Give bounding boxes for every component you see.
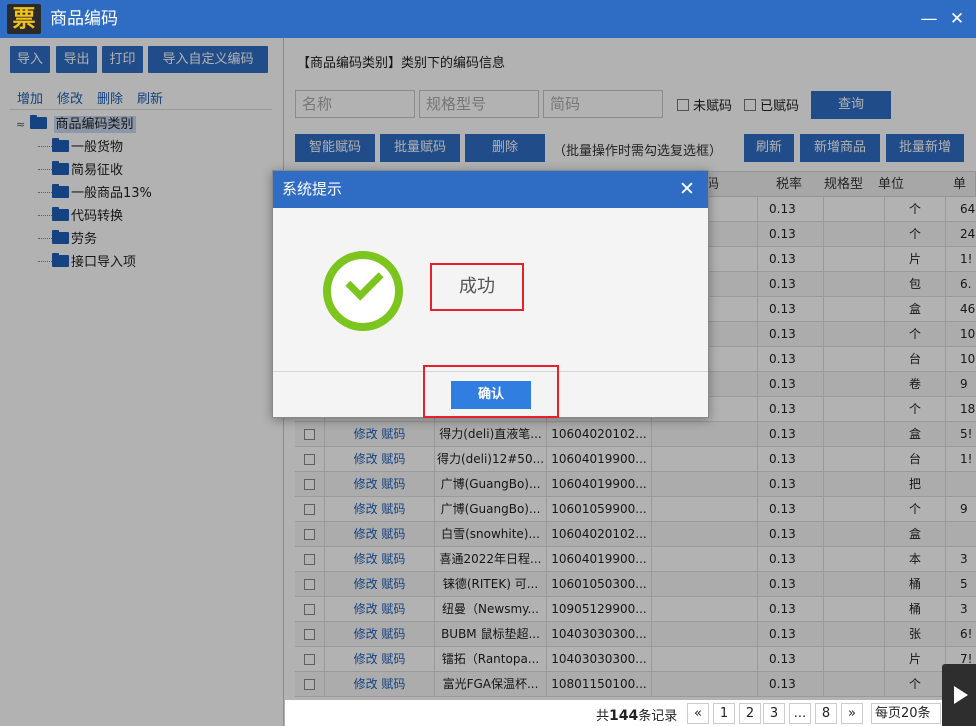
dialog-title: 系统提示	[282, 180, 343, 198]
per-page-select[interactable]: 每页20条	[871, 703, 941, 724]
page-2[interactable]: 2	[739, 703, 761, 724]
confirm-highlight: 确认	[423, 365, 559, 418]
minimize-button[interactable]: —	[916, 6, 942, 32]
success-check-icon	[323, 251, 403, 331]
close-icon[interactable]: ✕	[674, 176, 700, 202]
page-8[interactable]: 8	[815, 703, 837, 724]
page-ellipsis: ...	[789, 703, 811, 724]
record-count: 共144条记录	[596, 708, 678, 724]
prev-page-button[interactable]: «	[687, 703, 709, 724]
pagination-bar: 共144条记录 « 1 2 3 ... 8 » 每页20条	[285, 700, 976, 726]
title-bar: 票 商品编码 — ✕	[0, 0, 976, 38]
confirm-button[interactable]: 确认	[451, 381, 531, 409]
dialog-message: 成功	[430, 263, 524, 311]
dialog-header: 系统提示 ✕	[273, 171, 708, 208]
page-1[interactable]: 1	[713, 703, 735, 724]
floating-widget[interactable]	[942, 664, 976, 726]
play-icon	[954, 686, 968, 704]
next-page-button[interactable]: »	[841, 703, 863, 724]
close-window-button[interactable]: ✕	[944, 6, 970, 32]
window-title: 商品编码	[50, 9, 118, 29]
system-dialog: 系统提示 ✕ 成功 确认	[272, 170, 709, 418]
app-logo: 票	[7, 4, 41, 34]
page-3[interactable]: 3	[763, 703, 785, 724]
